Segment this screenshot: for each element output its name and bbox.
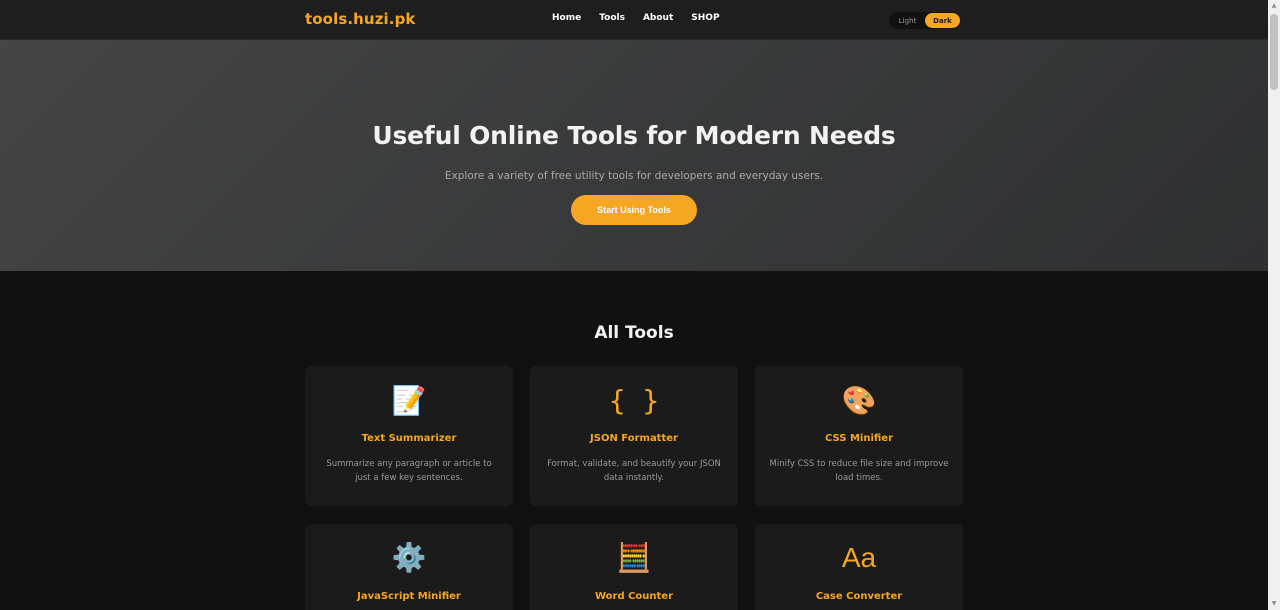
tool-card-text-summarizer[interactable]: 📝 Text Summarizer Summarize any paragrap… xyxy=(305,366,513,506)
page-scrollbar[interactable]: ▲ ▼ xyxy=(1268,0,1280,610)
tool-name[interactable]: CSS Minifier xyxy=(755,433,963,444)
nav-link-tools[interactable]: Tools xyxy=(599,13,625,23)
tool-name[interactable]: Word Counter xyxy=(530,591,738,602)
curly-braces-icon: { } xyxy=(608,384,660,417)
hero-subtitle: Explore a variety of free utility tools … xyxy=(444,170,824,182)
nav-link-home[interactable]: Home xyxy=(552,13,581,23)
start-using-tools-button[interactable]: Start Using Tools xyxy=(571,195,697,225)
scroll-up-arrow-icon[interactable]: ▲ xyxy=(1268,0,1280,12)
site-header: tools.huzi.pk Home Tools About SHOP Ligh… xyxy=(0,0,1268,40)
palette-icon: 🎨 xyxy=(841,384,877,417)
nav-link-about[interactable]: About xyxy=(643,13,673,23)
tool-card-json-formatter[interactable]: { } JSON Formatter Format, validate, and… xyxy=(530,366,738,506)
gear-icon: ⚙️ xyxy=(391,541,427,574)
tool-name[interactable]: Case Converter xyxy=(755,591,963,602)
all-tools-heading: All Tools xyxy=(594,323,674,343)
tool-card-javascript-minifier[interactable]: ⚙️ JavaScript Minifier xyxy=(305,524,513,610)
theme-light-option[interactable]: Light xyxy=(890,13,925,28)
tool-name[interactable]: JavaScript Minifier xyxy=(305,591,513,602)
case-aa-icon: Aa xyxy=(841,542,877,573)
theme-toggle[interactable]: Light Dark xyxy=(889,12,961,29)
site-logo[interactable]: tools.huzi.pk xyxy=(305,10,416,28)
tool-description: Format, validate, and beautify your JSON… xyxy=(547,459,721,483)
tool-card-word-counter[interactable]: 🧮 Word Counter xyxy=(530,524,738,610)
hero-section: Useful Online Tools for Modern Needs Exp… xyxy=(0,40,1268,271)
tool-card-case-converter[interactable]: Aa Case Converter xyxy=(755,524,963,610)
theme-dark-option[interactable]: Dark xyxy=(925,13,960,28)
tool-card-css-minifier[interactable]: 🎨 CSS Minifier Minify CSS to reduce file… xyxy=(755,366,963,506)
main-nav: Home Tools About SHOP xyxy=(552,13,738,23)
tool-name[interactable]: JSON Formatter xyxy=(530,433,738,444)
scroll-thumb[interactable] xyxy=(1270,14,1278,90)
hero-title: Useful Online Tools for Modern Needs xyxy=(372,121,896,150)
tool-name[interactable]: Text Summarizer xyxy=(305,433,513,444)
tool-description: Minify CSS to reduce file size and impro… xyxy=(769,459,949,483)
memo-icon: 📝 xyxy=(391,384,427,417)
scroll-down-arrow-icon[interactable]: ▼ xyxy=(1268,598,1280,610)
abacus-icon: 🧮 xyxy=(616,541,652,574)
nav-link-shop[interactable]: SHOP xyxy=(691,13,719,23)
tool-description: Summarize any paragraph or article to ju… xyxy=(326,459,492,483)
